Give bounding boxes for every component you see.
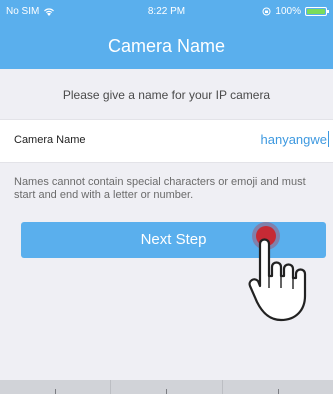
name-prompt: Please give a name for your IP camera (62, 88, 271, 102)
status-bar: No SIM 8:22 PM 100% (0, 0, 333, 22)
pointing-hand-icon (248, 238, 307, 322)
rotation-lock-icon (262, 7, 271, 16)
keyboard-segment[interactable] (223, 380, 333, 394)
keyboard-segment[interactable] (0, 380, 112, 394)
naming-hint: Names cannot contain special characters … (14, 176, 306, 201)
battery-percent: 100% (275, 6, 301, 17)
nav-header: No SIM 8:22 PM 100% Camera Name (0, 0, 333, 69)
keyboard-bar (0, 380, 333, 394)
camera-name-label: Camera Name (14, 134, 86, 146)
status-right: 100% (262, 6, 329, 17)
camera-name-row[interactable]: Camera Name (0, 119, 333, 163)
text-caret (328, 131, 329, 147)
page-title: Camera Name (107, 36, 226, 56)
keyboard-segment[interactable] (111, 380, 223, 394)
camera-name-input[interactable] (147, 132, 327, 147)
battery-icon (305, 7, 329, 16)
